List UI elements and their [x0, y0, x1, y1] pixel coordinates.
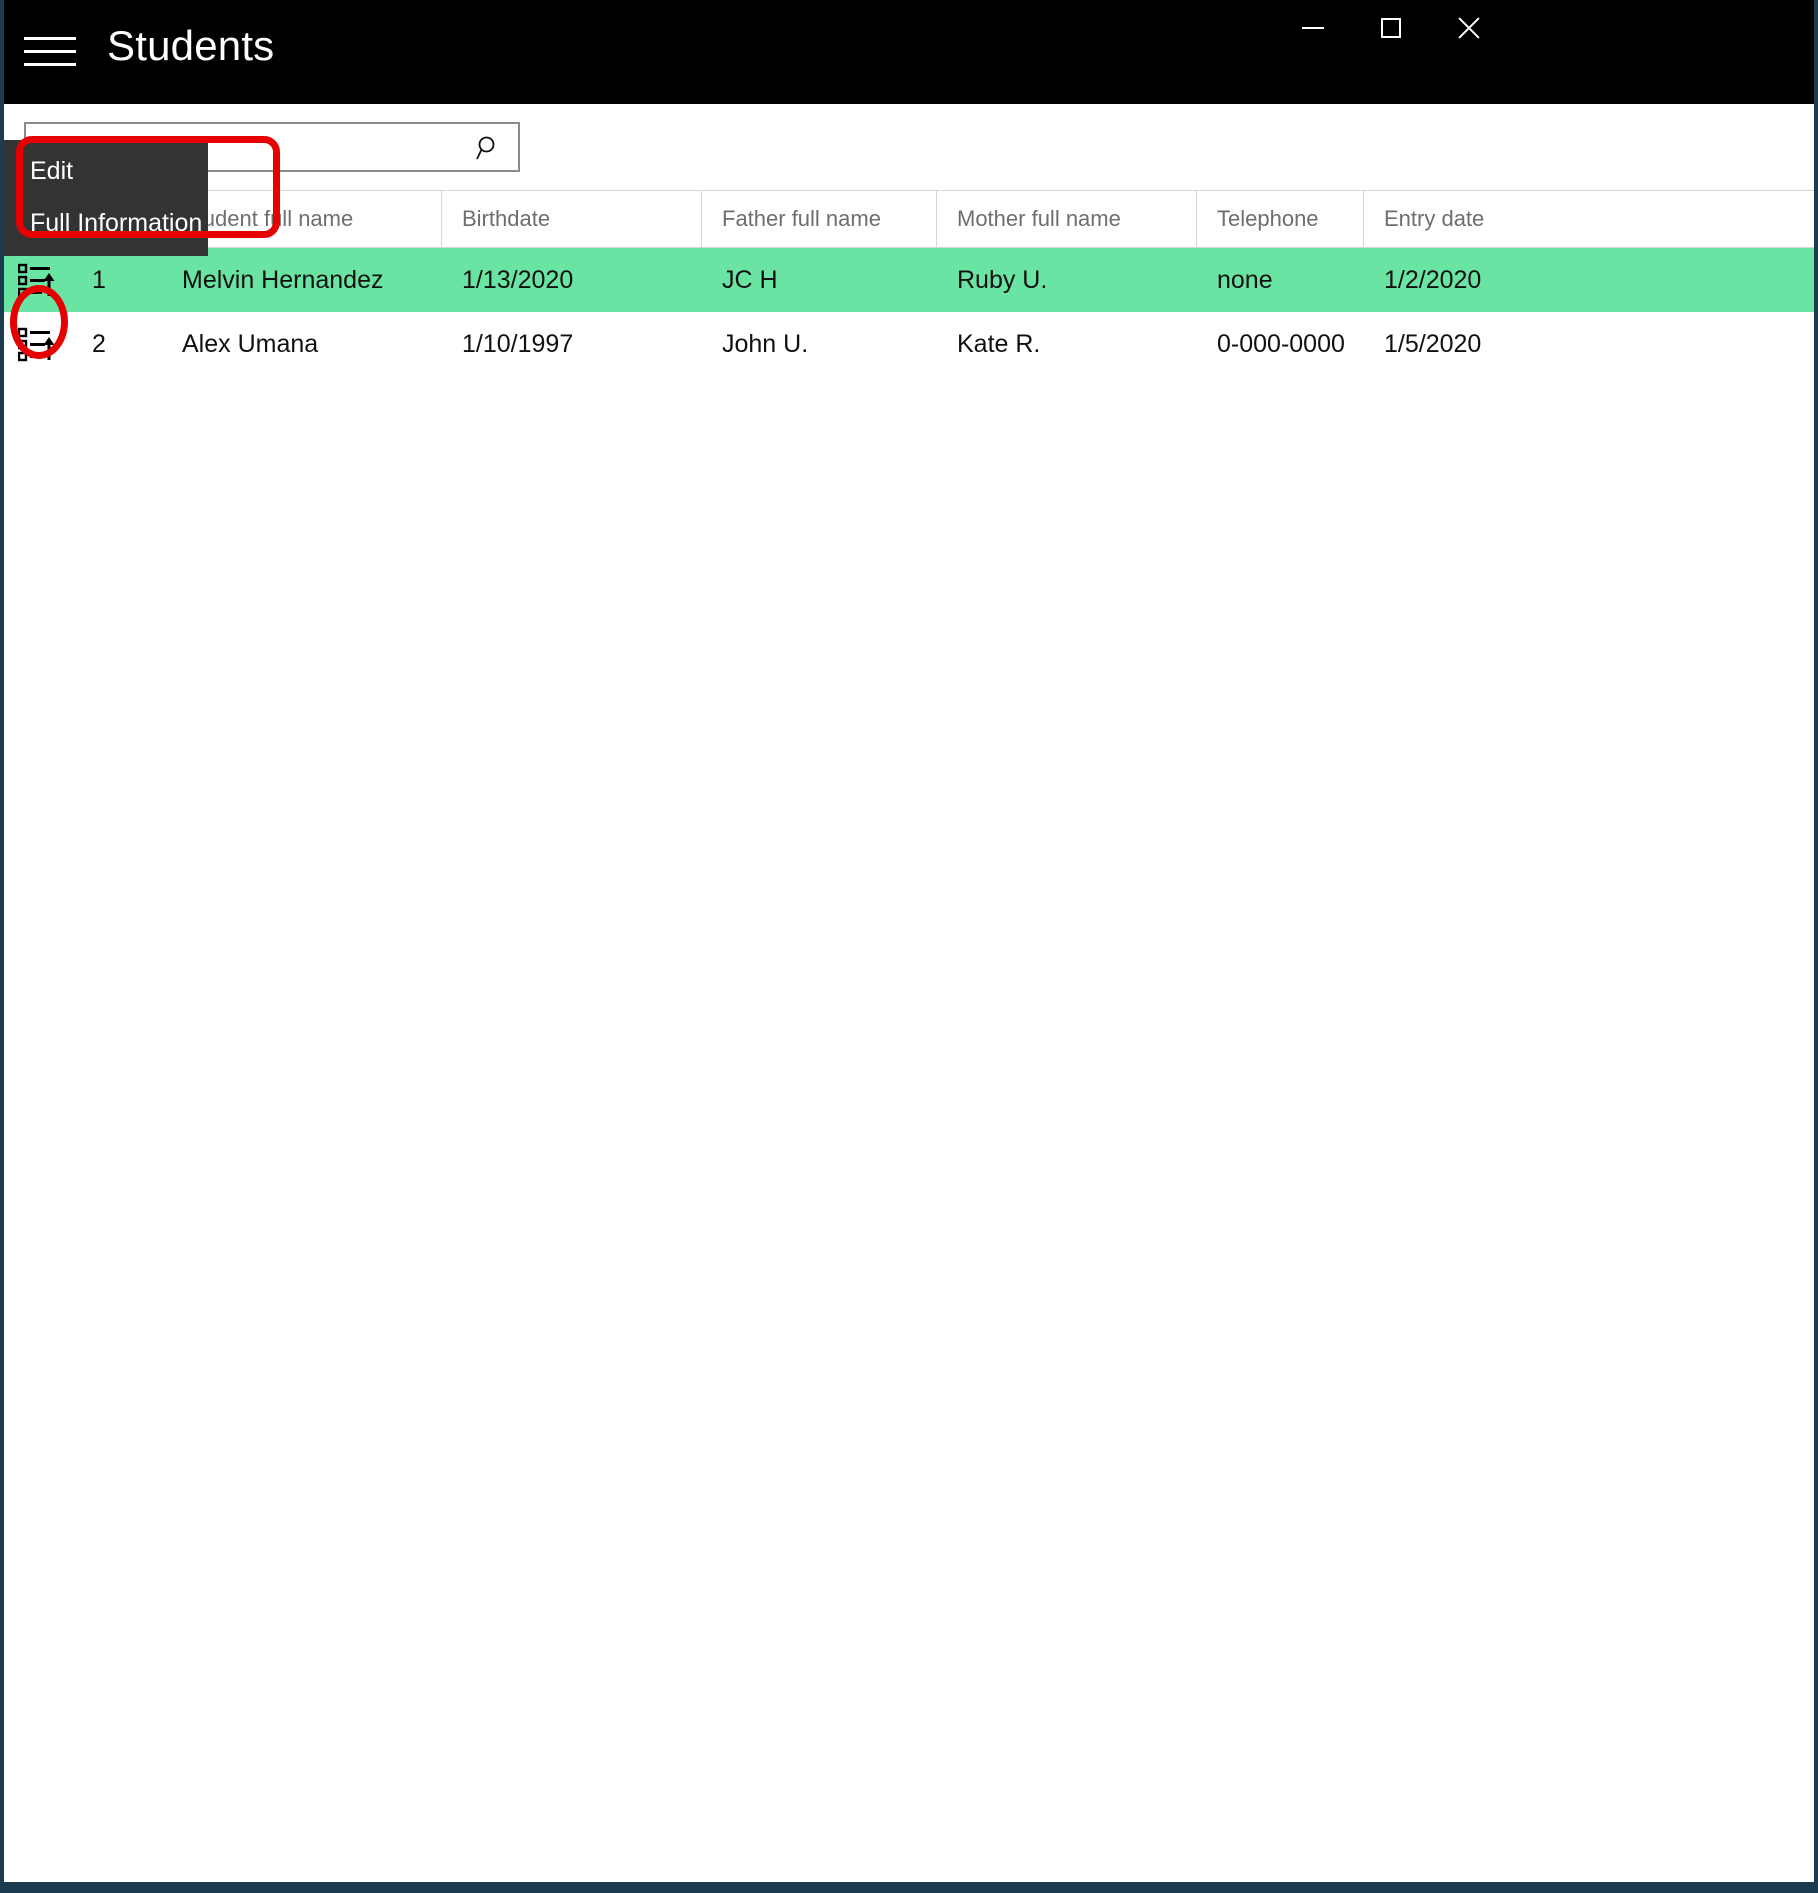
hamburger-menu-icon[interactable] [24, 28, 76, 76]
column-header-telephone[interactable]: Telephone [1197, 191, 1364, 247]
app-window: Students Minimize Maximize Close [0, 0, 1818, 1890]
title-bar: Students Minimize Maximize Close [4, 0, 1814, 104]
cell-student-full-name: Alex Umana [182, 329, 319, 358]
cell-id: 2 [92, 329, 106, 358]
minimize-button[interactable]: Minimize [1274, 0, 1352, 56]
search-row [4, 104, 1814, 190]
maximize-button[interactable]: Maximize [1352, 0, 1430, 56]
hamburger-bar [24, 63, 76, 66]
column-header-father-full-name[interactable]: Father full name [702, 191, 937, 247]
column-header-entry-date[interactable]: Entry date [1364, 191, 1814, 247]
list-upload-icon[interactable] [18, 326, 58, 362]
table-row[interactable]: 2 Alex Umana 1/10/1997 John U. Kate R. 0… [4, 312, 1814, 376]
minimize-icon [1302, 27, 1324, 29]
row-actions-cell [4, 262, 72, 298]
content-area: Student full name Birthdate Father full … [4, 104, 1814, 1882]
list-upload-icon[interactable] [18, 262, 58, 298]
cell-mother-full-name: Ruby U. [957, 265, 1048, 294]
context-menu: Edit Full Information [4, 140, 208, 256]
table-header-row: Student full name Birthdate Father full … [4, 190, 1814, 248]
menu-item-full-information[interactable]: Full Information [4, 200, 208, 246]
cell-birthdate: 1/13/2020 [462, 265, 574, 294]
close-button[interactable]: Close [1430, 0, 1508, 56]
column-header-mother-full-name[interactable]: Mother full name [937, 191, 1197, 247]
page-title: Students [107, 22, 275, 69]
menu-item-edit[interactable]: Edit [4, 148, 208, 194]
cell-student-full-name: Melvin Hernandez [182, 265, 384, 294]
students-table: Student full name Birthdate Father full … [4, 190, 1814, 376]
cell-mother-full-name: Kate R. [957, 329, 1041, 358]
row-actions-cell [4, 326, 72, 362]
table-row[interactable]: 1 Melvin Hernandez 1/13/2020 JC H Ruby U… [4, 248, 1814, 312]
cell-birthdate: 1/10/1997 [462, 329, 574, 358]
column-header-birthdate[interactable]: Birthdate [442, 191, 702, 247]
hamburger-bar [24, 50, 76, 53]
cell-telephone: 0-000-0000 [1217, 329, 1345, 358]
hamburger-bar [24, 37, 76, 40]
cell-telephone: none [1217, 265, 1273, 294]
cell-entry-date: 1/5/2020 [1384, 329, 1482, 358]
cell-father-full-name: John U. [722, 329, 809, 358]
cell-father-full-name: JC H [722, 265, 778, 294]
search-icon[interactable] [476, 135, 502, 161]
cell-entry-date: 1/2/2020 [1384, 265, 1482, 294]
cell-id: 1 [92, 265, 106, 294]
maximize-icon [1381, 18, 1401, 38]
